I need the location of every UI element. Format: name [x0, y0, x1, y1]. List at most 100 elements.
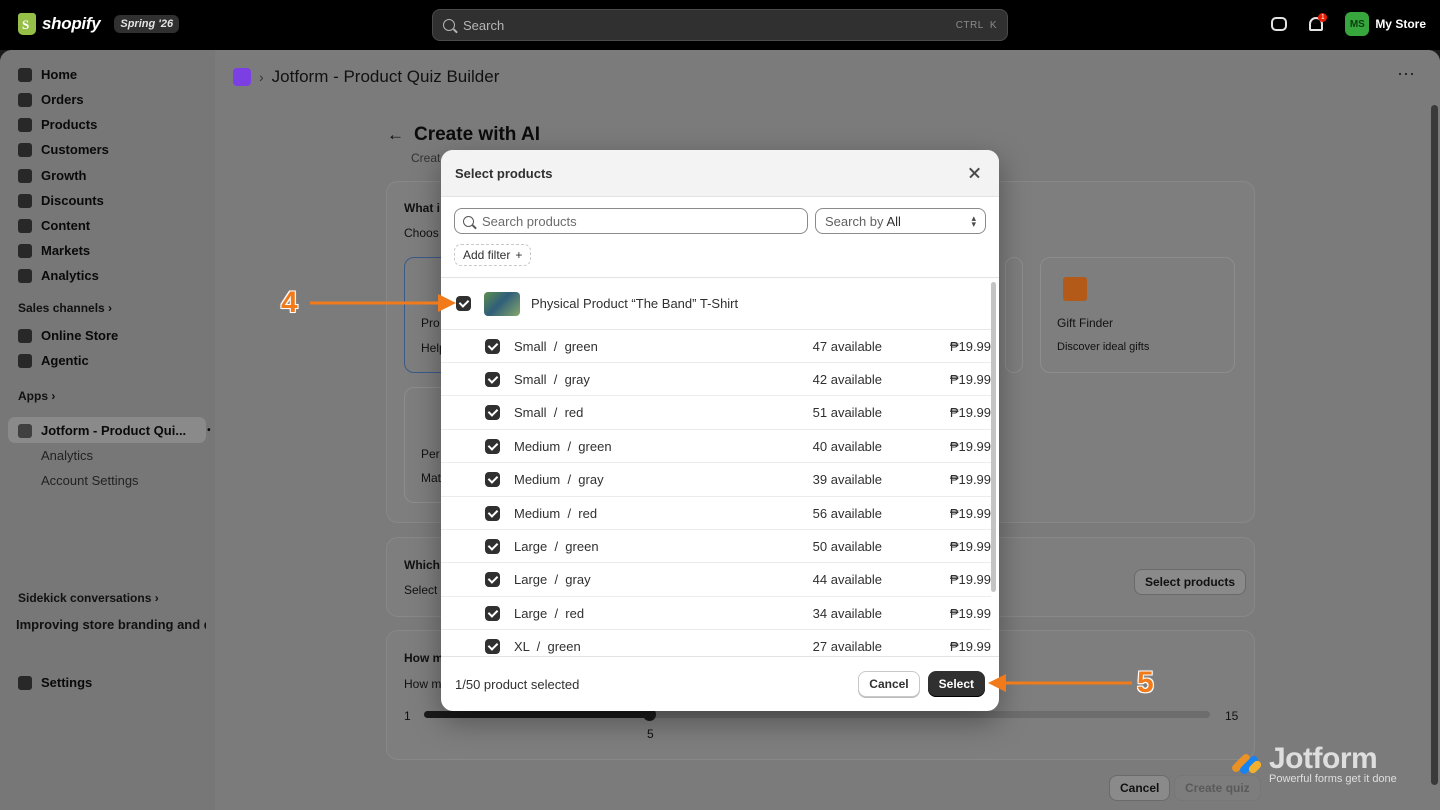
variant-checkbox[interactable]: [485, 505, 500, 521]
page-scrollbar[interactable]: [1431, 105, 1438, 785]
sidebar-item-customers[interactable]: Customers: [18, 142, 109, 157]
store-menu[interactable]: MS My Store: [1345, 12, 1426, 36]
search-by-label: Search by: [825, 213, 884, 229]
section-label: Apps: [18, 389, 48, 403]
global-search-input[interactable]: Search CTRL K: [432, 9, 1008, 41]
select-products-button[interactable]: Select products: [1134, 569, 1247, 595]
more-actions-icon[interactable]: ⋯: [1397, 64, 1416, 85]
variant-row[interactable]: Large / gray 44 available ₱19.99: [441, 564, 991, 597]
slider-value-label: 5: [647, 727, 654, 741]
sidebar-item-online-store[interactable]: Online Store: [18, 328, 118, 343]
variant-checkbox[interactable]: [485, 472, 500, 488]
growth-icon: [18, 168, 32, 183]
variant-checkbox[interactable]: [485, 605, 500, 621]
variant-checkbox[interactable]: [485, 538, 500, 554]
variant-price: ₱19.99: [949, 639, 992, 655]
sidebar-item-content[interactable]: Content: [18, 218, 90, 233]
variant-name: Large / red: [514, 605, 585, 621]
sales-channels-heading[interactable]: Sales channels ›: [18, 301, 112, 315]
select-products-modal: Select products Search products Search b…: [441, 150, 999, 711]
sidebar-item-home[interactable]: Home: [18, 67, 77, 82]
variant-checkbox[interactable]: [485, 572, 500, 588]
nav-label: Orders: [41, 92, 84, 107]
sidebar-subitem-account-settings[interactable]: Account Settings: [41, 473, 139, 488]
close-icon[interactable]: [965, 163, 985, 183]
select-updown-icon: ▴ ▾: [971, 213, 976, 229]
shortcut-key: K: [989, 19, 997, 31]
sidebar-item-products[interactable]: Products: [18, 117, 97, 132]
add-filter-button[interactable]: Add filter +: [454, 244, 532, 266]
agentic-icon: [18, 353, 32, 368]
slider-fill: [424, 711, 649, 718]
sidebar-item-analytics[interactable]: Analytics: [18, 268, 99, 283]
nav-label: Analytics: [41, 268, 99, 283]
variant-row[interactable]: Medium / red 56 available ₱19.99: [441, 497, 991, 530]
modal-select-button[interactable]: Select: [927, 671, 985, 697]
variant-name: Medium / red: [514, 505, 598, 521]
variant-price: ₱19.99: [949, 572, 992, 588]
back-arrow-icon[interactable]: ←: [387, 125, 404, 145]
tile-title: Pro: [421, 316, 440, 330]
quiz-type-tile-gift-finder[interactable]: [1040, 257, 1235, 373]
variant-name: Small / red: [514, 405, 584, 421]
modal-cancel-button[interactable]: Cancel: [858, 671, 920, 697]
sidebar-item-agentic[interactable]: Agentic: [18, 353, 89, 368]
variant-row[interactable]: XL / green 27 available ₱19.99: [441, 631, 991, 656]
variant-checkbox[interactable]: [485, 338, 500, 354]
step-4-arrow: [310, 294, 456, 312]
sidebar-subitem-analytics[interactable]: Analytics: [41, 448, 93, 463]
variant-row[interactable]: Large / green 50 available ₱19.99: [441, 530, 991, 564]
quiz-type-tile-partial[interactable]: [1005, 257, 1023, 373]
sidebar-item-growth[interactable]: Growth: [18, 168, 87, 183]
nav-label: Agentic: [41, 353, 89, 368]
sidebar-item-orders[interactable]: Orders: [18, 92, 84, 107]
variant-row[interactable]: Small / gray 42 available ₱19.99: [441, 363, 991, 397]
variant-checkbox[interactable]: [485, 371, 500, 387]
list-scrollbar[interactable]: [991, 282, 996, 592]
sidebar-item-jotform-app[interactable]: Jotform - Product Qui... •: [18, 423, 211, 438]
variant-availability: 47 available: [812, 338, 883, 354]
search-by-select[interactable]: Search by All ▴ ▾: [815, 208, 986, 234]
breadcrumb-chevron-icon: ›: [259, 69, 264, 85]
sidekick-conversation-item[interactable]: Improving store branding and d...: [16, 617, 206, 632]
bell-icon[interactable]: 1: [1309, 13, 1328, 31]
nav-label: Discounts: [41, 193, 104, 208]
gift-tile-title: Gift Finder: [1057, 316, 1114, 330]
variant-checkbox[interactable]: [485, 639, 500, 655]
plus-icon: +: [515, 248, 523, 262]
variant-checkbox[interactable]: [485, 405, 500, 421]
product-thumbnail: [484, 291, 520, 316]
question-count-slider[interactable]: [424, 708, 1210, 721]
sidekick-icon[interactable]: [1271, 17, 1288, 31]
app-title: Jotform - Product Quiz Builder: [271, 67, 500, 86]
shopify-logo[interactable]: shopify Spring '26: [18, 13, 180, 35]
variant-checkbox[interactable]: [485, 438, 500, 454]
variant-name: XL / green: [514, 639, 581, 655]
sidebar-item-markets[interactable]: Markets: [18, 243, 90, 258]
sidebar-item-settings[interactable]: Settings: [18, 675, 92, 690]
nav-label: Markets: [41, 243, 91, 258]
sidebar-item-discounts[interactable]: Discounts: [18, 193, 104, 208]
variant-row[interactable]: Medium / green 40 available ₱19.99: [441, 430, 992, 464]
sidekick-heading[interactable]: Sidekick conversations ›: [18, 591, 159, 605]
gear-icon: [18, 675, 32, 690]
variant-availability: 34 available: [812, 605, 883, 621]
variant-row[interactable]: Small / green 47 available ₱19.99: [441, 330, 991, 363]
search-icon: [443, 19, 455, 31]
nav-label: Content: [41, 218, 91, 233]
jotform-app-icon: [18, 423, 32, 438]
page-cancel-button[interactable]: Cancel: [1109, 775, 1171, 801]
search-by-value: All: [886, 213, 901, 229]
step-4-label: 4: [281, 286, 298, 319]
variant-price: ₱19.99: [949, 438, 992, 454]
variant-row[interactable]: Medium / gray 39 available ₱19.99: [441, 464, 991, 497]
nav-label: Jotform - Product Qui...: [41, 423, 187, 438]
variant-row[interactable]: Large / red 34 available ₱19.99: [441, 597, 991, 631]
variant-row[interactable]: Small / red 51 available ₱19.99: [441, 397, 991, 430]
apps-heading[interactable]: Apps ›: [18, 389, 55, 403]
product-row[interactable]: Physical Product “The Band” T-Shirt: [441, 278, 991, 330]
product-search-input[interactable]: Search products: [454, 208, 808, 234]
edition-badge: Spring '26: [114, 15, 180, 33]
count-question: How m: [404, 651, 444, 665]
jotform-watermark: Jotform Powerful forms get it done: [1230, 744, 1397, 785]
